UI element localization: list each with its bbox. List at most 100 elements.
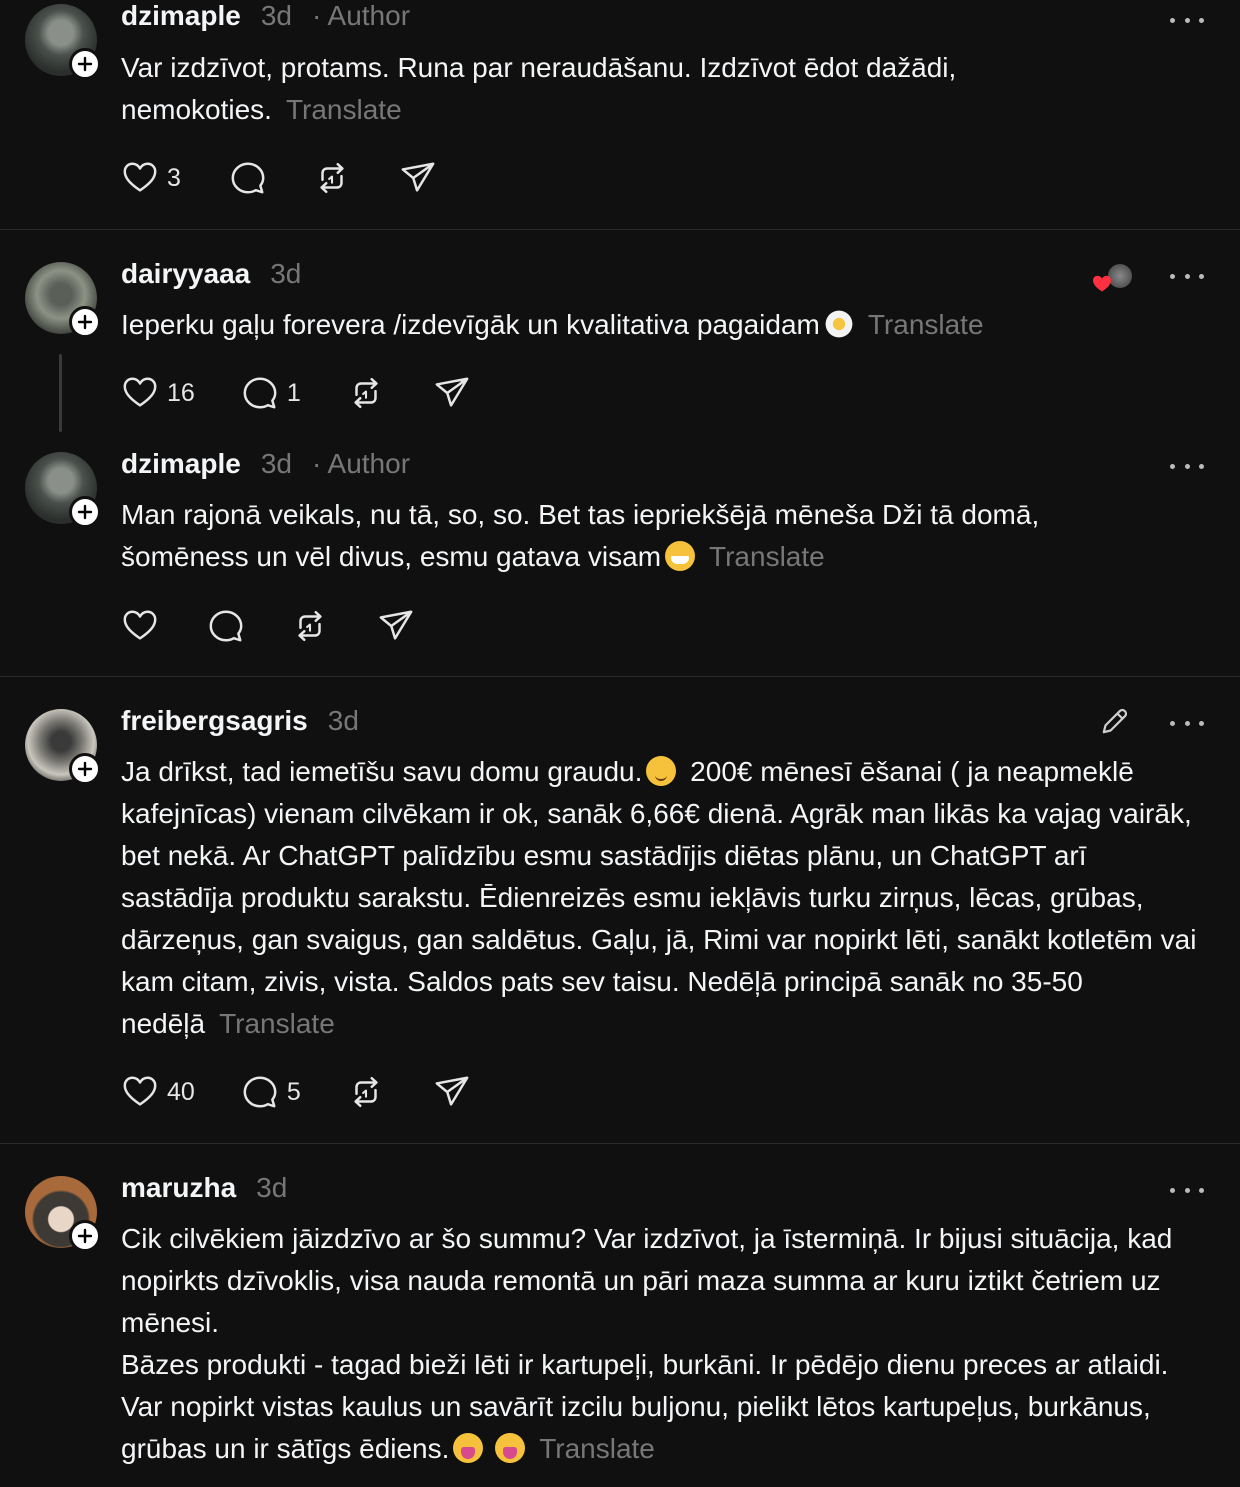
liked-by-author-badge	[1092, 262, 1136, 294]
repost-icon	[347, 1073, 385, 1111]
username[interactable]: freibergsagris	[121, 705, 308, 737]
share-icon	[399, 159, 437, 197]
heart-icon	[121, 1073, 159, 1111]
like-count: 40	[167, 1077, 195, 1106]
translate-link[interactable]: Translate	[539, 1433, 655, 1464]
repost-button[interactable]	[291, 606, 329, 646]
more-icon[interactable]	[1170, 456, 1204, 476]
action-bar: 40 5	[121, 1072, 471, 1112]
username[interactable]: dairyyaaa	[121, 258, 250, 290]
avatar[interactable]	[25, 262, 101, 338]
post-text-line: šomēness un vēl divus, esmu gatava visam	[121, 541, 662, 572]
follow-plus-icon[interactable]	[69, 306, 101, 338]
more-icon[interactable]	[1170, 713, 1204, 733]
like-button[interactable]: 40	[121, 1072, 195, 1112]
avatar[interactable]	[25, 709, 101, 785]
post-text: Ja drīkst, tad iemetīšu savu domu graudu…	[121, 751, 1201, 1045]
post-5: maruzha 3d Cik cilvēkiem jāizdzīvo ar šo…	[0, 1144, 1240, 1487]
translate-link[interactable]: Translate	[709, 541, 825, 572]
post-text: Cik cilvēkiem jāizdzīvo ar šo summu? Var…	[121, 1218, 1201, 1470]
share-icon	[433, 1073, 471, 1111]
heart-icon	[1093, 275, 1111, 292]
more-icon[interactable]	[1170, 1180, 1204, 1200]
timestamp[interactable]: 3d	[328, 705, 359, 737]
username[interactable]: dzimaple	[121, 0, 241, 32]
follow-plus-icon[interactable]	[69, 1220, 101, 1252]
repost-icon	[291, 607, 329, 645]
post-1: dzimaple 3d · Author Var izdzīvot, prota…	[0, 0, 1240, 229]
like-button[interactable]	[121, 606, 159, 646]
grin-emoji	[665, 541, 696, 571]
like-count: 16	[167, 378, 195, 407]
post-text-lead: Ja drīkst, tad iemetīšu savu domu graudu…	[121, 756, 643, 787]
post-text-content: 200€ mēnesī ēšanai ( ja neapmeklē	[690, 756, 1134, 787]
comment-button[interactable]: 1	[241, 373, 301, 413]
tongue-emoji	[495, 1433, 526, 1463]
author-label: · Author	[311, 0, 411, 31]
repost-button[interactable]	[347, 373, 385, 413]
like-button[interactable]: 3	[121, 158, 181, 198]
action-bar: 3	[121, 158, 437, 198]
post-2: dairyyaaa 3d Ieperku gaļu forevera /izde…	[0, 230, 1240, 446]
post-text: Ieperku gaļu forevera /izdevīgāk un kval…	[121, 304, 1201, 346]
reply-count: 1	[286, 378, 301, 407]
post-text-content: kafejnīcas) vienam cilvēkam ir ok, sanāk…	[121, 798, 1197, 1039]
author-label: · Author	[311, 448, 411, 479]
post-text: Var izdzīvot, protams. Runa par neraudāš…	[121, 47, 1201, 131]
comment-button[interactable]	[229, 158, 267, 198]
comment-button[interactable]	[207, 606, 245, 646]
comment-button[interactable]: 5	[241, 1072, 301, 1112]
translate-link[interactable]: Translate	[868, 309, 984, 340]
translate-link[interactable]: Translate	[286, 94, 402, 125]
timestamp[interactable]: 3d	[270, 258, 301, 290]
timestamp[interactable]: 3d	[256, 1172, 287, 1204]
post-text-content: Var izdzīvot, protams. Runa par neraudāš…	[121, 52, 957, 125]
action-bar	[121, 606, 415, 646]
repost-button[interactable]	[347, 1072, 385, 1112]
more-icon[interactable]	[1170, 10, 1204, 30]
username[interactable]: maruzha	[121, 1172, 236, 1204]
post-4: freibergsagris 3d Ja drīkst, tad iemetīš…	[0, 677, 1240, 1143]
edit-pencil-icon[interactable]	[1097, 705, 1131, 739]
share-button[interactable]	[433, 373, 471, 413]
flower-emoji	[823, 309, 854, 339]
follow-plus-icon[interactable]	[69, 753, 101, 785]
post-paragraph: Cik cilvēkiem jāizdzīvo ar šo summu? Var…	[121, 1223, 1173, 1338]
share-button[interactable]	[399, 158, 437, 198]
repost-button[interactable]	[313, 158, 351, 198]
share-icon	[377, 607, 415, 645]
like-count: 3	[167, 163, 181, 192]
tongue-emoji	[453, 1433, 484, 1463]
comment-icon	[207, 607, 245, 645]
comment-icon	[241, 374, 279, 412]
repost-icon	[347, 374, 385, 412]
more-icon[interactable]	[1170, 266, 1204, 286]
thread-line	[59, 354, 62, 432]
post-3: dzimaple 3d · Author Man rajonā veikals,…	[0, 446, 1240, 675]
blush-emoji	[646, 756, 677, 786]
follow-plus-icon[interactable]	[69, 48, 101, 80]
action-bar: 16 1	[121, 373, 471, 413]
timestamp[interactable]: 3d	[261, 0, 292, 32]
like-button[interactable]: 16	[121, 373, 195, 413]
post-text-content: Ieperku gaļu forevera /izdevīgāk un kval…	[121, 309, 820, 340]
share-icon	[433, 374, 471, 412]
heart-icon	[121, 159, 159, 197]
post-text: Man rajonā veikals, nu tā, so, so. Bet t…	[121, 494, 1201, 578]
repost-icon	[313, 159, 351, 197]
avatar[interactable]	[25, 1176, 101, 1252]
comment-icon	[241, 1073, 279, 1111]
avatar[interactable]	[25, 452, 101, 528]
timestamp[interactable]: 3d	[261, 448, 292, 480]
share-button[interactable]	[377, 606, 415, 646]
follow-plus-icon[interactable]	[69, 496, 101, 528]
translate-link[interactable]: Translate	[219, 1008, 335, 1039]
heart-icon	[121, 374, 159, 412]
username[interactable]: dzimaple	[121, 448, 241, 480]
heart-icon	[121, 607, 159, 645]
post-text-line: Man rajonā veikals, nu tā, so, so. Bet t…	[121, 499, 1040, 530]
share-button[interactable]	[433, 1072, 471, 1112]
reply-count: 5	[286, 1077, 301, 1106]
comment-icon	[229, 159, 267, 197]
avatar[interactable]	[25, 4, 101, 80]
